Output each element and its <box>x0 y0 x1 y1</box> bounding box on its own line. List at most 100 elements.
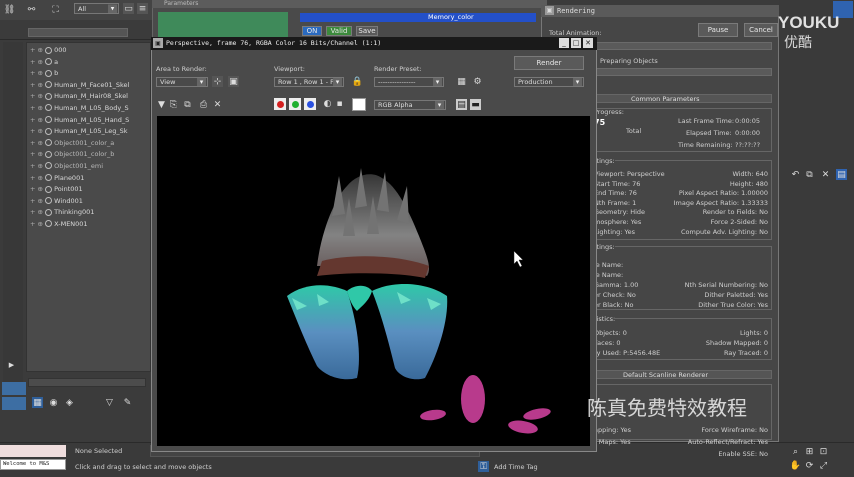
maxscript-label: Welcome to M&S <box>3 461 50 467</box>
maximize-icon[interactable]: ⤢ <box>818 460 829 471</box>
background-swatch[interactable] <box>352 98 366 111</box>
close-icon[interactable]: ✕ <box>583 38 593 48</box>
list-item[interactable]: + ⊕ Human_M_Face01_Skel <box>30 81 150 93</box>
total-animation-label: Total Animation: <box>549 29 602 37</box>
selection-status: None Selected <box>75 447 123 455</box>
list-item[interactable]: + ⊕ Human_M_L05_Leg_Sk <box>30 127 150 139</box>
zoom-all-icon[interactable]: ⊞ <box>804 446 815 457</box>
view-button[interactable] <box>2 382 26 395</box>
list-item[interactable]: + ⊕ Human_M_L05_Body_S <box>30 104 150 116</box>
alpha-toggle-icon[interactable]: ◐ <box>322 98 333 109</box>
red-channel-toggle[interactable] <box>274 98 286 110</box>
select-object-icon[interactable]: ▭ <box>123 3 134 14</box>
list-item[interactable]: + ⊕ 000 <box>30 46 150 58</box>
zoom-extents-icon[interactable]: ⊡ <box>818 446 829 457</box>
scroll-track[interactable] <box>28 378 146 387</box>
list-item[interactable]: + ⊕ Object001_color_b <box>30 150 150 162</box>
toggle-overlay-icon[interactable]: ▬ <box>470 99 481 110</box>
green-channel-toggle[interactable] <box>289 98 301 110</box>
auto-region-icon[interactable]: ▣ <box>228 76 239 87</box>
save-chip[interactable]: Save <box>356 26 378 36</box>
list-item[interactable]: + ⊕ Object001_color_a <box>30 139 150 151</box>
list-item[interactable]: + ⊕ Wind001 <box>30 197 150 209</box>
list-item[interactable]: + ⊕ X-MEN001 <box>30 220 150 232</box>
render-button[interactable]: Render <box>514 56 584 70</box>
restore-icon[interactable]: □ <box>571 38 581 48</box>
link-icon[interactable]: ⛓ <box>4 4 15 15</box>
area-to-render-dropdown[interactable]: View <box>156 77 208 87</box>
list-item[interactable]: + ⊕ Human_M_Hair08_Skel <box>30 92 150 104</box>
scan-row: apping: Yes <box>594 426 632 434</box>
monochrome-icon[interactable]: ▪ <box>334 98 345 109</box>
display-icon[interactable]: ◉ <box>48 397 59 408</box>
stats-row: ry Used: P:5456.48E <box>594 349 661 357</box>
blue-channel-toggle[interactable] <box>304 98 316 110</box>
save-image-icon[interactable]: ▼ <box>156 99 167 110</box>
material-editor-title: Parameters <box>164 0 199 7</box>
maxscript-listener[interactable] <box>0 445 66 457</box>
render-frame-canvas[interactable] <box>157 116 590 446</box>
pause-button[interactable]: Pause <box>698 23 738 37</box>
select-by-name-icon[interactable]: ≡ <box>137 3 148 14</box>
maxscript-input[interactable]: Welcome to M&S <box>0 459 66 470</box>
viewport-label: Viewport: <box>274 65 305 73</box>
selection-filter-dropdown[interactable]: All <box>74 3 119 14</box>
render-setup-icon[interactable]: ▦ <box>456 76 467 87</box>
tree-item-label: Wind001 <box>54 196 83 205</box>
list-item[interactable]: + ⊕ Plane001 <box>30 174 150 186</box>
stats-left-column: Objects: 0 Faces: 0 ry Used: P:5456.48E <box>594 328 660 358</box>
layer-button[interactable] <box>2 397 26 410</box>
common-parameters-header[interactable]: Common Parameters <box>596 94 772 103</box>
unlink-icon[interactable]: ⚯ <box>26 4 37 15</box>
render-preset-label: Render Preset: <box>374 65 422 73</box>
copy-icon[interactable]: ⧉ <box>804 169 815 180</box>
scene-tree-rows: + ⊕ 000 + ⊕ a + ⊕ b + ⊕ Human_M_Face01_S… <box>30 46 150 232</box>
list-item[interactable]: + ⊕ b <box>30 69 150 81</box>
viewport-dropdown[interactable]: Row 1 , Row 1 - P <box>274 77 344 87</box>
elapsed-time-value: 0:00:00 <box>735 129 761 137</box>
hierarchy-icon[interactable]: ◈ <box>64 397 75 408</box>
material-sample-slot[interactable] <box>158 12 288 38</box>
select-icon[interactable]: ▦ <box>32 397 43 408</box>
memory-color-field[interactable]: Memory_color <box>300 13 536 22</box>
print-icon[interactable]: ⎙ <box>198 99 209 110</box>
cancel-button[interactable]: Cancel <box>744 23 778 37</box>
pan-icon[interactable]: ✋ <box>790 460 801 471</box>
list-item[interactable]: + ⊕ Object001_emi <box>30 162 150 174</box>
environment-icon[interactable]: ⚙ <box>472 76 483 87</box>
panel-config-icon[interactable]: ▤ <box>836 169 847 180</box>
setting-row: mosphere: Yes <box>594 217 642 226</box>
render-preset-dropdown[interactable]: ---------------- <box>374 77 444 87</box>
lock-icon[interactable]: 🔒 <box>352 76 363 87</box>
pin-icon[interactable]: ✎ <box>122 397 133 408</box>
zoom-icon[interactable]: ⌕ <box>790 446 801 457</box>
delete-icon[interactable]: ✕ <box>820 169 831 180</box>
memory-color-title: Memory_color <box>428 13 474 21</box>
play-icon[interactable]: ▶ <box>6 359 17 370</box>
filter-icon[interactable]: ▽ <box>104 397 115 408</box>
production-dropdown[interactable]: Production <box>514 77 584 87</box>
undo-icon[interactable]: ↶ <box>790 169 801 180</box>
minimize-icon[interactable]: _ <box>559 38 569 48</box>
area-to-render-label: Area to Render: <box>156 65 207 73</box>
display-channel-dropdown[interactable]: RGB Alpha <box>374 100 446 110</box>
clear-icon[interactable]: ✕ <box>212 99 223 110</box>
scanline-header[interactable]: Default Scanline Renderer <box>596 370 772 379</box>
valid-chip[interactable]: Valid <box>326 26 352 36</box>
clone-window-icon[interactable]: ⧉ <box>182 99 193 110</box>
add-time-tag[interactable]: Add Time Tag <box>494 464 538 471</box>
key-icon[interactable]: ⚿ <box>478 461 489 472</box>
list-item[interactable]: + ⊕ Point001 <box>30 185 150 197</box>
orbit-icon[interactable]: ⟳ <box>804 460 815 471</box>
bind-icon[interactable]: ⛶ <box>50 4 61 15</box>
object-icon <box>45 208 53 216</box>
edit-region-icon[interactable]: ⊹ <box>212 76 223 87</box>
list-item[interactable]: + ⊕ Human_M_L05_Hand_S <box>30 116 150 128</box>
list-item[interactable]: + ⊕ a <box>30 58 150 70</box>
list-item[interactable]: + ⊕ Thinking001 <box>30 208 150 220</box>
toggle-ui-icon[interactable]: ▤ <box>456 99 467 110</box>
tree-item-label: b <box>54 69 59 78</box>
on-chip[interactable]: ON <box>302 26 322 36</box>
copy-image-icon[interactable]: ⎘ <box>168 99 179 110</box>
scene-search-input[interactable] <box>28 28 128 37</box>
